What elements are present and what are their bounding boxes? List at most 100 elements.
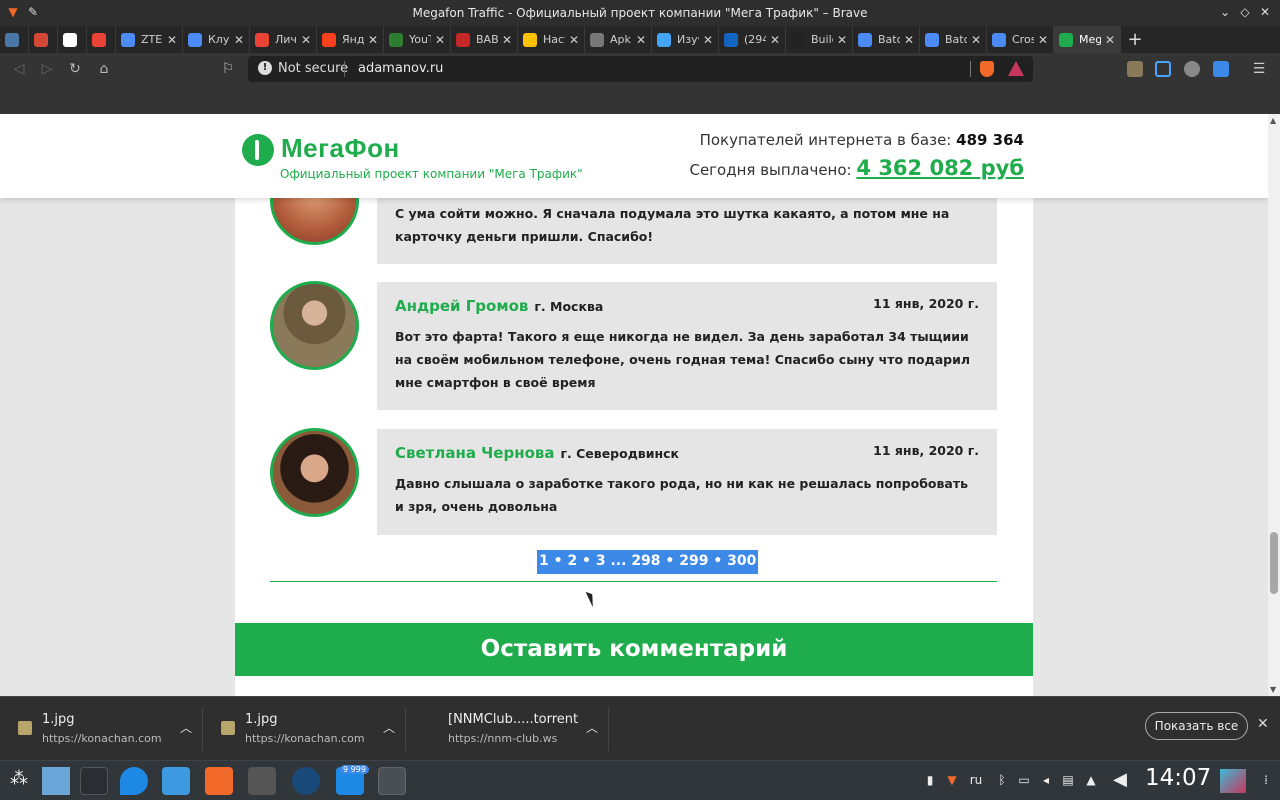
screenshot-extension-icon[interactable] [1155,61,1171,77]
brave-tray-icon[interactable]: ▼ [944,772,960,788]
clipboard-icon[interactable]: ▤ [1060,772,1076,788]
tab-close-icon[interactable]: ✕ [368,33,378,47]
download-item[interactable]: 1.jpg https://konachan.com ︿ [0,707,203,751]
comment-date: 11 янв, 2020 г. [873,296,979,311]
megafon-logo-icon[interactable] [242,134,274,166]
tray-expand-icon[interactable]: ▲ [1083,772,1099,788]
tab-close-icon[interactable]: ✕ [167,33,177,47]
show-all-button[interactable]: Показать все [1145,712,1248,740]
terminal-icon[interactable] [80,767,108,795]
panel-options-icon[interactable]: ⁞ [1258,772,1274,788]
home-icon[interactable]: ⌂ [95,60,113,78]
show-desktop-icon[interactable] [1220,769,1246,793]
extension-icon[interactable] [1184,61,1200,77]
terminal-icon[interactable] [378,767,406,795]
tab-6[interactable]: Личн ✕ [250,26,317,53]
paid-value-link[interactable]: 4 362 082 руб [856,156,1024,180]
tab-11[interactable]: Apk ✕ [585,26,652,53]
chevron-up-icon[interactable]: ︿ [586,719,598,736]
minimize-icon[interactable]: ⌄ [1218,5,1232,19]
tab-close-icon[interactable]: ✕ [234,33,244,47]
comment-author[interactable]: Андрей Громов [395,297,528,315]
url-text[interactable]: adamanov.ru [358,61,443,76]
audio-editor-icon[interactable] [248,767,276,795]
scroll-down-icon[interactable]: ▼ [1270,685,1276,694]
tab-12[interactable]: Изуч ✕ [652,26,719,53]
tab-15[interactable]: Batc ✕ [853,26,920,53]
desktop-pager-icon[interactable] [42,767,70,795]
pagination[interactable]: 1 • 2 • 3 ... 298 • 299 • 300 [537,550,759,574]
maximize-icon[interactable]: ◇ [1238,5,1252,19]
tab-close-icon[interactable]: ✕ [301,33,311,47]
tab-9[interactable]: BABL ✕ [451,26,518,53]
tab-17[interactable]: Cros ✕ [987,26,1054,53]
droplet-app-icon[interactable] [120,767,148,795]
extension-icon[interactable] [1213,61,1229,77]
tab-18[interactable]: Meg ✕ [1054,26,1121,53]
usb-icon[interactable]: ▮ [922,772,938,788]
scrollbar-thumb[interactable] [1270,532,1278,594]
download-item[interactable]: [NNMClub.....torrent https://nnm-club.ws… [406,707,609,751]
tab-2[interactable] [58,26,87,53]
comment-author[interactable]: Светлана Чернова [395,444,555,462]
tab-close-icon[interactable]: ✕ [904,33,914,47]
tab-14[interactable]: Build ✕ [786,26,853,53]
tab-5[interactable]: Клуб ✕ [183,26,250,53]
app-launcher-icon[interactable]: ⁂ [10,770,28,788]
brave-shields-icon[interactable] [980,61,994,77]
extension-icon[interactable] [1127,61,1143,77]
buyers-stat: Покупателей интернета в базе: 489 364 [700,131,1024,149]
forward-icon[interactable]: ▷ [38,60,56,78]
brave-rewards-icon[interactable] [1008,61,1024,76]
address-bar[interactable]: ! Not secure adamanov.ru [248,56,1033,82]
chevron-up-icon[interactable]: ︿ [180,719,192,736]
back-icon[interactable]: ◁ [10,60,28,78]
file-manager-icon[interactable] [162,767,190,795]
tab-close-icon[interactable]: ✕ [569,33,579,47]
close-icon[interactable]: ✕ [1258,5,1272,19]
tab-close-icon[interactable]: ✕ [837,33,847,47]
tab-13[interactable]: (294 ✕ [719,26,786,53]
tab-close-icon[interactable]: ✕ [1038,33,1048,47]
leave-comment-button[interactable]: Оставить комментарий [235,623,1033,676]
network-icon[interactable]: ▭ [1016,772,1032,788]
tab-close-icon[interactable]: ✕ [703,33,713,47]
tab-label: Build [811,33,833,46]
tab-close-icon[interactable]: ✕ [1105,33,1115,47]
brave-browser-icon[interactable] [205,767,233,795]
tab-close-icon[interactable]: ✕ [502,33,512,47]
scroll-up-icon[interactable]: ▲ [1270,116,1276,125]
chevron-up-icon[interactable]: ︿ [383,719,395,736]
tab-close-icon[interactable]: ✕ [636,33,646,47]
comment-city: г. Москва [534,299,604,314]
bluetooth-icon[interactable]: ᛒ [994,772,1010,788]
close-icon[interactable]: ✕ [1257,716,1269,732]
tab-16[interactable]: Batc ✕ [920,26,987,53]
tab-label: Изуч [677,33,699,46]
tab-1[interactable] [29,26,58,53]
tab-close-icon[interactable]: ✕ [971,33,981,47]
tab-0[interactable] [0,26,29,53]
new-tab-button[interactable]: + [1121,29,1149,50]
keyboard-layout[interactable]: ru [966,772,986,788]
clock[interactable]: 14:07 [1145,765,1211,791]
reload-icon[interactable]: ↻ [66,60,84,78]
volume-icon[interactable]: ◂ [1038,772,1054,788]
page-scrollbar[interactable]: ▲ ▼ [1268,114,1280,696]
menu-icon[interactable]: ☰ [1250,60,1268,78]
tab-close-icon[interactable]: ✕ [770,33,780,47]
download-item[interactable]: 1.jpg https://konachan.com ︿ [203,707,406,751]
headphones-icon[interactable] [292,767,320,795]
tab-7[interactable]: Янд ✕ [317,26,384,53]
info-icon[interactable]: ! [258,61,272,75]
divider [970,61,971,77]
tab-3[interactable] [87,26,116,53]
tab-10[interactable]: Наст ✕ [518,26,585,53]
tab-close-icon[interactable]: ✕ [435,33,445,47]
tab-8[interactable]: YouT ✕ [384,26,451,53]
tab-4[interactable]: ZTE ✕ [116,26,183,53]
bookmark-icon[interactable]: ⚐ [219,60,237,78]
speaker-icon[interactable]: ◀ [1112,771,1128,789]
logo-text[interactable]: МегаФон [281,133,400,164]
favicon-icon [34,32,48,47]
